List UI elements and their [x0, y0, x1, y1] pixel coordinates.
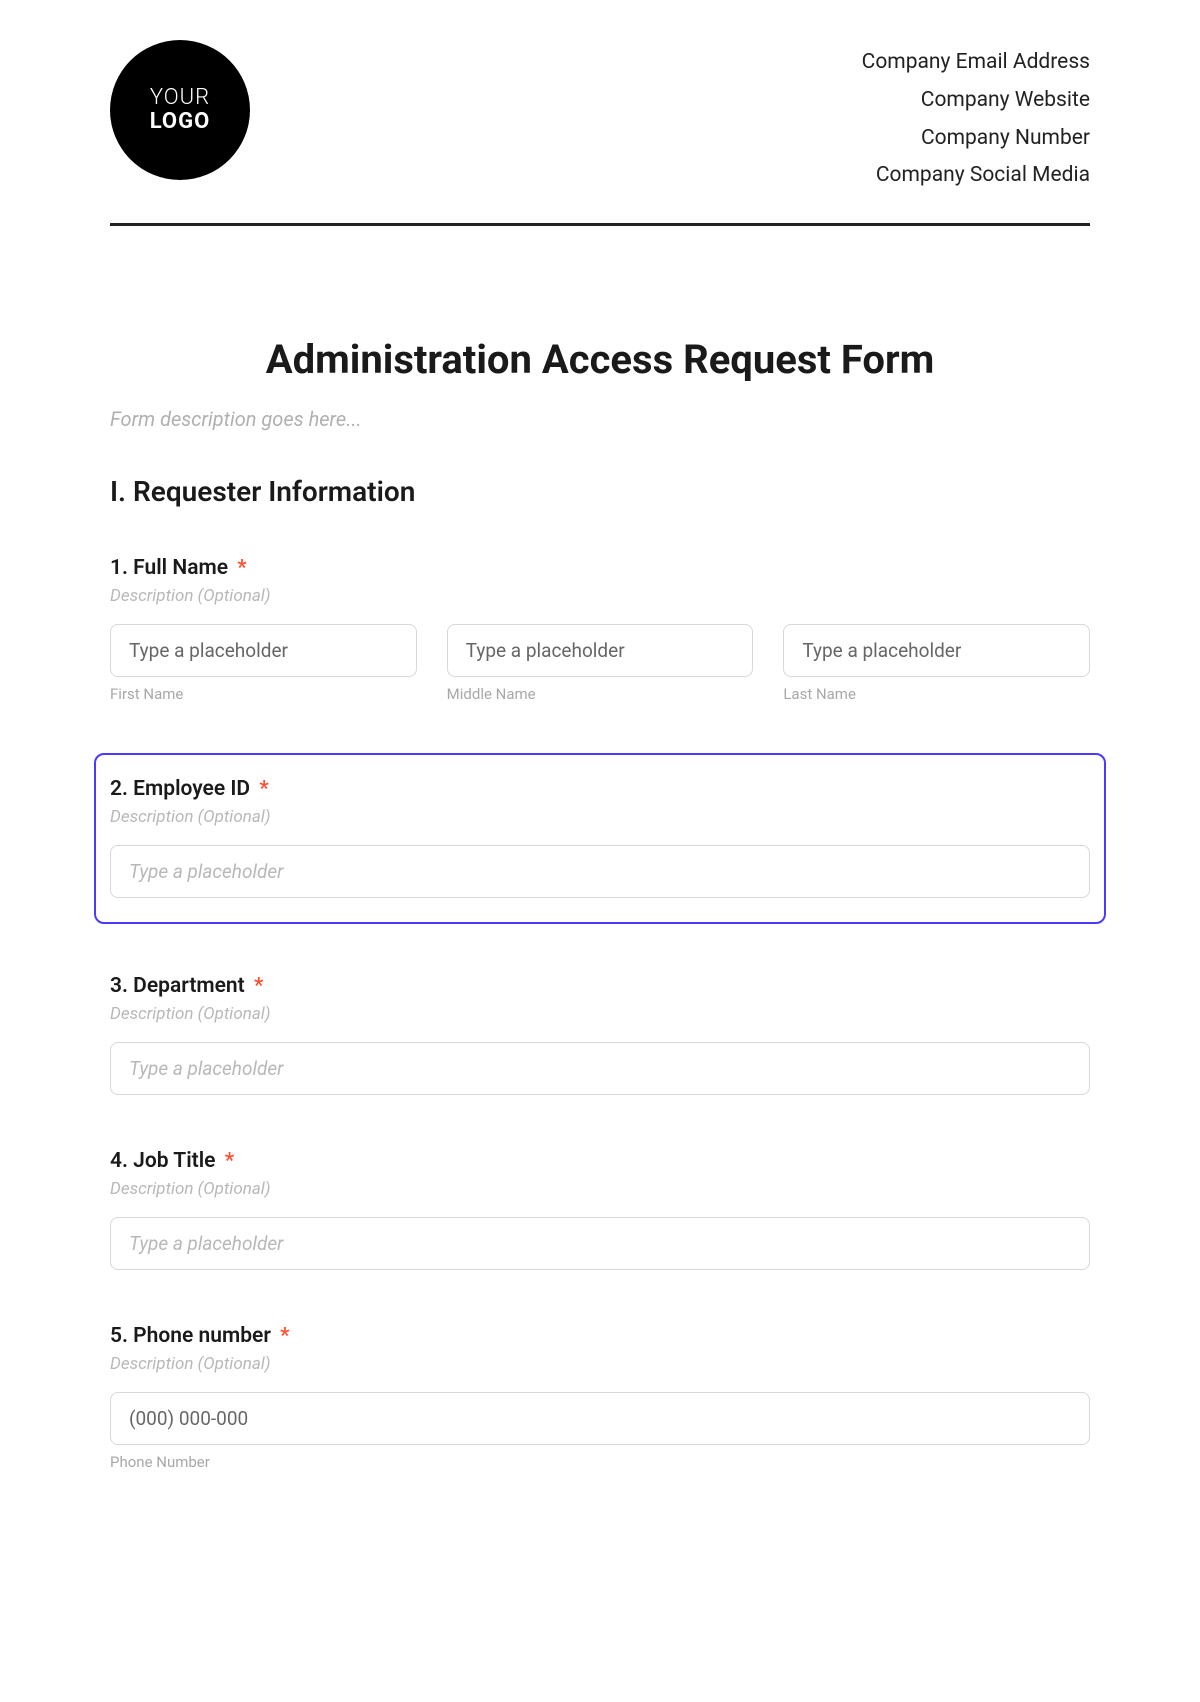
q4-desc[interactable]: Description (Optional): [110, 1179, 1090, 1199]
first-name-input[interactable]: [110, 624, 417, 677]
q1-input-row: First Name Middle Name Last Name: [110, 624, 1090, 703]
q5-desc[interactable]: Description (Optional): [110, 1354, 1090, 1374]
section-heading: I. Requester Information: [110, 475, 1090, 508]
question-full-name: 1. Full Name * Description (Optional) Fi…: [110, 552, 1090, 707]
question-job-title: 4. Job Title * Description (Optional): [110, 1145, 1090, 1274]
last-name-sublabel: Last Name: [783, 685, 1090, 703]
q1-label: 1. Full Name *: [110, 556, 1090, 580]
first-name-sublabel: First Name: [110, 685, 417, 703]
middle-name-input[interactable]: [447, 624, 754, 677]
q5-label: 5. Phone number *: [110, 1324, 1090, 1348]
company-website: Company Website: [862, 82, 1090, 120]
question-employee-id[interactable]: 2. Employee ID * Description (Optional): [94, 753, 1106, 924]
company-number: Company Number: [862, 120, 1090, 158]
logo-line2: LOGO: [150, 110, 211, 134]
q2-label: 2. Employee ID *: [110, 777, 1090, 801]
phone-number-input[interactable]: [110, 1392, 1090, 1445]
job-title-input[interactable]: [110, 1217, 1090, 1270]
q4-label: 4. Job Title *: [110, 1149, 1090, 1173]
question-phone-number: 5. Phone number * Description (Optional)…: [110, 1320, 1090, 1475]
middle-name-sublabel: Middle Name: [447, 685, 754, 703]
form-title: Administration Access Request Form: [110, 336, 1090, 383]
q2-label-text: 2. Employee ID: [110, 777, 250, 801]
logo-line1: YOUR: [150, 86, 210, 110]
q3-desc[interactable]: Description (Optional): [110, 1004, 1090, 1024]
q3-label: 3. Department *: [110, 974, 1090, 998]
q2-desc[interactable]: Description (Optional): [110, 807, 1090, 827]
required-mark: *: [259, 777, 268, 801]
page-container: YOUR LOGO Company Email Address Company …: [0, 0, 1200, 1581]
form-description[interactable]: Form description goes here...: [110, 407, 1090, 431]
logo-placeholder: YOUR LOGO: [110, 40, 250, 180]
last-name-input[interactable]: [783, 624, 1090, 677]
phone-sublabel: Phone Number: [110, 1453, 1090, 1471]
required-mark: *: [280, 1324, 289, 1348]
company-social: Company Social Media: [862, 157, 1090, 195]
company-email: Company Email Address: [862, 44, 1090, 82]
q3-label-text: 3. Department: [110, 974, 245, 998]
q1-desc[interactable]: Description (Optional): [110, 586, 1090, 606]
required-mark: *: [254, 974, 263, 998]
q1-label-text: 1. Full Name: [110, 556, 228, 580]
employee-id-input[interactable]: [110, 845, 1090, 898]
q5-label-text: 5. Phone number: [110, 1324, 271, 1348]
required-mark: *: [237, 556, 246, 580]
department-input[interactable]: [110, 1042, 1090, 1095]
company-info: Company Email Address Company Website Co…: [862, 44, 1090, 195]
q4-label-text: 4. Job Title: [110, 1149, 215, 1173]
required-mark: *: [225, 1149, 234, 1173]
header: YOUR LOGO Company Email Address Company …: [110, 40, 1090, 226]
question-department: 3. Department * Description (Optional): [110, 970, 1090, 1099]
